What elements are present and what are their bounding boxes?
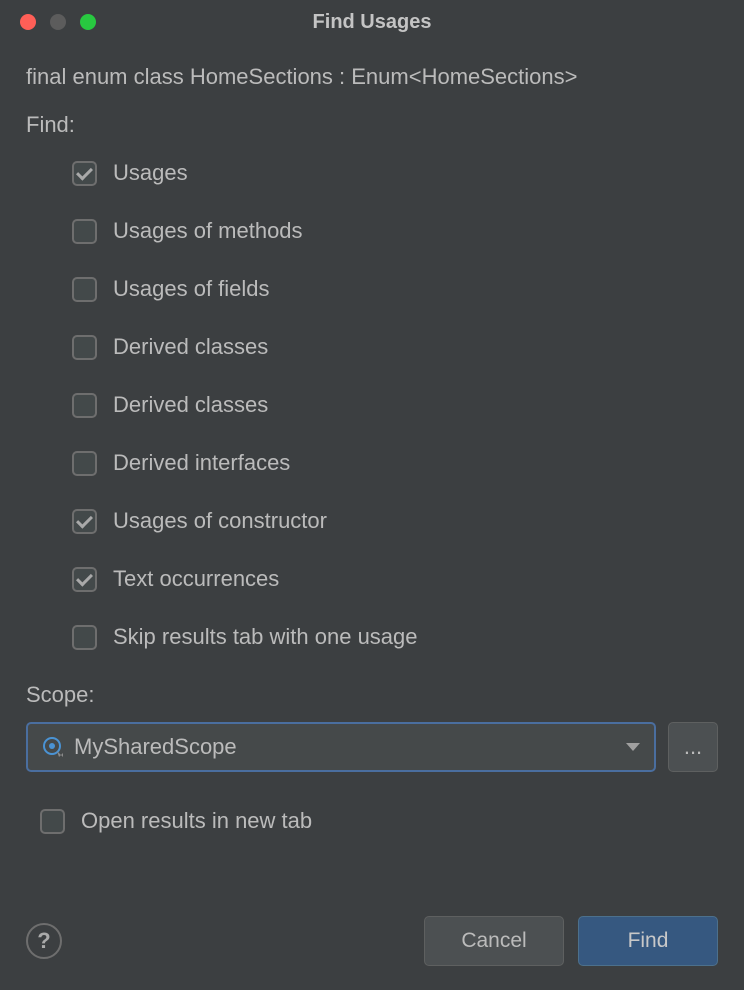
checkbox-row-skip-results-tab[interactable]: Skip results tab with one usage bbox=[72, 624, 718, 650]
checkbox-derived-classes-2[interactable] bbox=[72, 393, 97, 418]
checkbox-label: Derived classes bbox=[113, 334, 268, 360]
scope-browse-button[interactable]: ... bbox=[668, 722, 718, 772]
checkbox-skip-results-tab[interactable] bbox=[72, 625, 97, 650]
dialog-title: Find Usages bbox=[313, 11, 432, 34]
checkbox-usages-constructor[interactable] bbox=[72, 509, 97, 534]
shared-scope-icon bbox=[42, 736, 64, 758]
chevron-down-icon bbox=[626, 743, 640, 751]
checkbox-label: Derived classes bbox=[113, 392, 268, 418]
checkbox-label: Usages of fields bbox=[113, 276, 270, 302]
help-button[interactable]: ? bbox=[26, 923, 62, 959]
window-controls bbox=[20, 14, 96, 30]
find-section-label: Find: bbox=[26, 112, 718, 138]
checkbox-row-usages-methods[interactable]: Usages of methods bbox=[72, 218, 718, 244]
titlebar: Find Usages bbox=[0, 0, 744, 44]
find-button[interactable]: Find bbox=[578, 916, 718, 966]
scope-dropdown[interactable]: MySharedScope bbox=[26, 722, 656, 772]
checkbox-usages[interactable] bbox=[72, 161, 97, 186]
checkbox-row-derived-interfaces[interactable]: Derived interfaces bbox=[72, 450, 718, 476]
checkbox-row-usages[interactable]: Usages bbox=[72, 160, 718, 186]
minimize-window-button[interactable] bbox=[50, 14, 66, 30]
checkbox-usages-methods[interactable] bbox=[72, 219, 97, 244]
checkbox-row-text-occurrences[interactable]: Text occurrences bbox=[72, 566, 718, 592]
dialog-footer: ? Cancel Find bbox=[26, 916, 718, 966]
checkbox-usages-fields[interactable] bbox=[72, 277, 97, 302]
checkbox-text-occurrences[interactable] bbox=[72, 567, 97, 592]
cancel-button[interactable]: Cancel bbox=[424, 916, 564, 966]
checkbox-row-open-new-tab[interactable]: Open results in new tab bbox=[26, 808, 718, 834]
footer-buttons: Cancel Find bbox=[424, 916, 718, 966]
checkbox-label: Skip results tab with one usage bbox=[113, 624, 418, 650]
scope-value: MySharedScope bbox=[74, 734, 626, 760]
checkbox-derived-interfaces[interactable] bbox=[72, 451, 97, 476]
checkbox-derived-classes-1[interactable] bbox=[72, 335, 97, 360]
close-window-button[interactable] bbox=[20, 14, 36, 30]
scope-label: Scope: bbox=[26, 682, 718, 708]
checkbox-open-new-tab[interactable] bbox=[40, 809, 65, 834]
checkbox-row-usages-fields[interactable]: Usages of fields bbox=[72, 276, 718, 302]
checkbox-label: Derived interfaces bbox=[113, 450, 290, 476]
checkbox-row-usages-constructor[interactable]: Usages of constructor bbox=[72, 508, 718, 534]
checkbox-row-derived-classes-2[interactable]: Derived classes bbox=[72, 392, 718, 418]
maximize-window-button[interactable] bbox=[80, 14, 96, 30]
checkbox-label: Usages of constructor bbox=[113, 508, 327, 534]
find-options-group: Usages Usages of methods Usages of field… bbox=[26, 160, 718, 650]
checkbox-label: Usages of methods bbox=[113, 218, 303, 244]
checkbox-row-derived-classes-1[interactable]: Derived classes bbox=[72, 334, 718, 360]
dialog-content: final enum class HomeSections : Enum<Hom… bbox=[0, 44, 744, 834]
checkbox-label: Text occurrences bbox=[113, 566, 279, 592]
checkbox-label: Usages bbox=[113, 160, 188, 186]
scope-row: MySharedScope ... bbox=[26, 722, 718, 772]
scope-section: Scope: MySharedScope ... bbox=[26, 682, 718, 772]
checkbox-label: Open results in new tab bbox=[81, 808, 312, 834]
class-signature: final enum class HomeSections : Enum<Hom… bbox=[26, 64, 718, 90]
